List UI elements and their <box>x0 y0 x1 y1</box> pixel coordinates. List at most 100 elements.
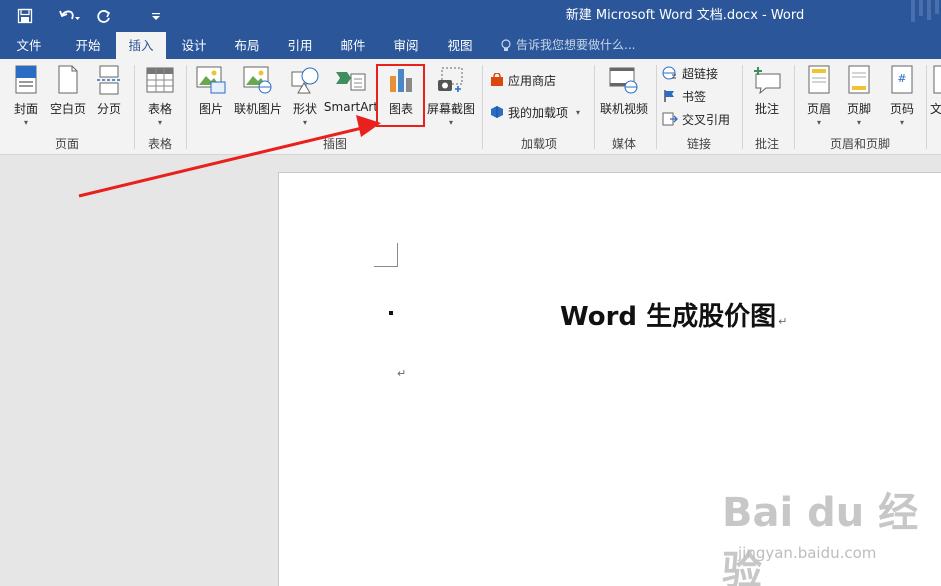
title-bar: 新建 Microsoft Word 文档.docx - Word <box>0 0 941 32</box>
group-label-illustrations: 插图 <box>322 137 347 151</box>
quick-access-toolbar <box>0 0 176 32</box>
paragraph-mark: ↵ <box>778 315 788 328</box>
group-separator <box>134 65 135 149</box>
text-group-label: 文 <box>930 102 941 116</box>
comment-icon <box>750 63 784 97</box>
addins-icon <box>491 106 503 118</box>
store-icon <box>491 73 503 86</box>
svg-text:#: # <box>897 72 906 85</box>
document-heading-text: Word 生成股价图 <box>560 302 777 332</box>
tell-me-box[interactable]: 告诉我您想要做什么... <box>500 32 635 59</box>
footer-label: 页脚 <box>846 102 871 116</box>
cover-page-label: 封面 <box>13 102 38 116</box>
chevron-down-icon: ▾ <box>302 118 307 127</box>
shapes-icon <box>288 63 322 97</box>
store-button[interactable]: 应用商店 <box>490 69 556 91</box>
page-break-button[interactable]: 分页 <box>92 63 126 133</box>
cross-reference-label: 交叉引用 <box>682 112 731 127</box>
chevron-down-icon: ▾ <box>816 118 821 127</box>
chevron-down-icon: ▾ <box>23 118 28 127</box>
tab-home[interactable]: 开始 <box>62 32 114 59</box>
chevron-down-icon: ▾ <box>157 118 162 127</box>
ribbon-insert: 封面 ▾ 空白页 分页 页面 表格 ▾ 表格 图片 联机图片 形状 ▾ Smar… <box>0 59 941 155</box>
hyperlink-icon <box>662 66 676 80</box>
group-separator <box>926 65 927 149</box>
blank-page-button[interactable]: 空白页 <box>46 63 90 133</box>
lightbulb-icon <box>501 38 511 51</box>
header-icon <box>802 63 836 97</box>
paragraph-mark: ↵ <box>397 367 407 380</box>
hyperlink-label: 超链接 <box>682 66 719 81</box>
tab-review[interactable]: 审阅 <box>380 32 432 59</box>
tab-design[interactable]: 设计 <box>168 32 220 59</box>
group-separator <box>482 65 483 149</box>
window-controls <box>901 0 941 32</box>
chevron-down-icon: ▾ <box>576 107 581 117</box>
bookmark-button[interactable]: 书签 <box>662 85 706 107</box>
my-addins-button[interactable]: 我的加载项 ▾ <box>490 101 580 123</box>
page-number-icon: # <box>885 63 919 97</box>
screenshot-label: 屏幕截图 <box>426 102 475 116</box>
customize-qat-icon[interactable] <box>136 0 176 32</box>
cross-reference-button[interactable]: 交叉引用 <box>662 108 730 130</box>
tab-layout[interactable]: 布局 <box>222 32 272 59</box>
cover-page-button[interactable]: 封面 ▾ <box>8 63 44 133</box>
blank-page-icon <box>51 63 85 97</box>
group-separator <box>594 65 595 149</box>
document-heading[interactable]: Word 生成股价图 ↵ <box>560 296 787 333</box>
redo-icon[interactable] <box>88 0 120 32</box>
tab-file[interactable]: 文件 <box>0 32 58 59</box>
group-label-links: 链接 <box>686 137 711 151</box>
tab-references[interactable]: 引用 <box>274 32 326 59</box>
blank-page-label: 空白页 <box>49 102 86 116</box>
tab-view[interactable]: 视图 <box>434 32 486 59</box>
screenshot-icon <box>434 63 468 97</box>
group-label-media: 媒体 <box>611 137 636 151</box>
margin-corner-mark <box>374 243 398 267</box>
page-number-button[interactable]: # 页码 ▾ <box>884 63 920 133</box>
online-picture-button[interactable]: 联机图片 <box>232 63 284 133</box>
baidu-watermark: Bai du 经验 <box>722 490 919 586</box>
table-icon <box>143 63 177 97</box>
footer-button[interactable]: 页脚 ▾ <box>842 63 876 133</box>
picture-icon <box>194 63 228 97</box>
screenshot-button[interactable]: 屏幕截图 ▾ <box>426 63 476 133</box>
group-separator <box>742 65 743 149</box>
tab-insert[interactable]: 插入 <box>116 32 166 59</box>
undo-icon[interactable] <box>50 0 88 32</box>
smartart-button[interactable]: SmartArt <box>323 63 379 133</box>
group-label-addins: 加载项 <box>520 137 557 151</box>
shapes-button[interactable]: 形状 ▾ <box>288 63 322 133</box>
group-label-table: 表格 <box>147 137 172 151</box>
page-number-label: 页码 <box>889 102 914 116</box>
page-break-icon <box>92 63 126 97</box>
footer-icon <box>842 63 876 97</box>
cross-reference-icon <box>662 112 678 126</box>
hyperlink-button[interactable]: 超链接 <box>662 62 718 84</box>
picture-button[interactable]: 图片 <box>194 63 228 133</box>
window-title: 新建 Microsoft Word 文档.docx - Word <box>565 8 805 23</box>
page-break-label: 分页 <box>96 102 121 116</box>
smartart-label: SmartArt <box>323 100 379 114</box>
group-label-pages: 页面 <box>54 137 79 151</box>
save-icon[interactable] <box>0 0 50 32</box>
picture-label: 图片 <box>198 102 223 116</box>
table-button[interactable]: 表格 ▾ <box>142 63 178 133</box>
comment-button[interactable]: 批注 <box>748 63 786 133</box>
shapes-label: 形状 <box>292 102 317 116</box>
online-video-button[interactable]: 联机视频 <box>598 63 650 133</box>
header-label: 页眉 <box>806 102 831 116</box>
text-group-button[interactable]: 文 <box>930 63 941 133</box>
online-picture-label: 联机图片 <box>233 102 282 116</box>
group-separator <box>794 65 795 149</box>
bookmark-label: 书签 <box>682 89 707 104</box>
bookmark-icon <box>664 90 674 102</box>
header-button[interactable]: 页眉 ▾ <box>802 63 836 133</box>
online-picture-icon <box>241 63 275 97</box>
online-video-icon <box>607 63 641 97</box>
ribbon-tabs: 文件 开始 插入 设计 布局 引用 邮件 审阅 视图 告诉我您想要做什么... <box>0 32 941 59</box>
watermark-url: jingyan.baidu.com <box>738 544 877 562</box>
comment-label: 批注 <box>754 102 779 116</box>
table-label: 表格 <box>147 102 172 116</box>
tab-mailings[interactable]: 邮件 <box>328 32 378 59</box>
